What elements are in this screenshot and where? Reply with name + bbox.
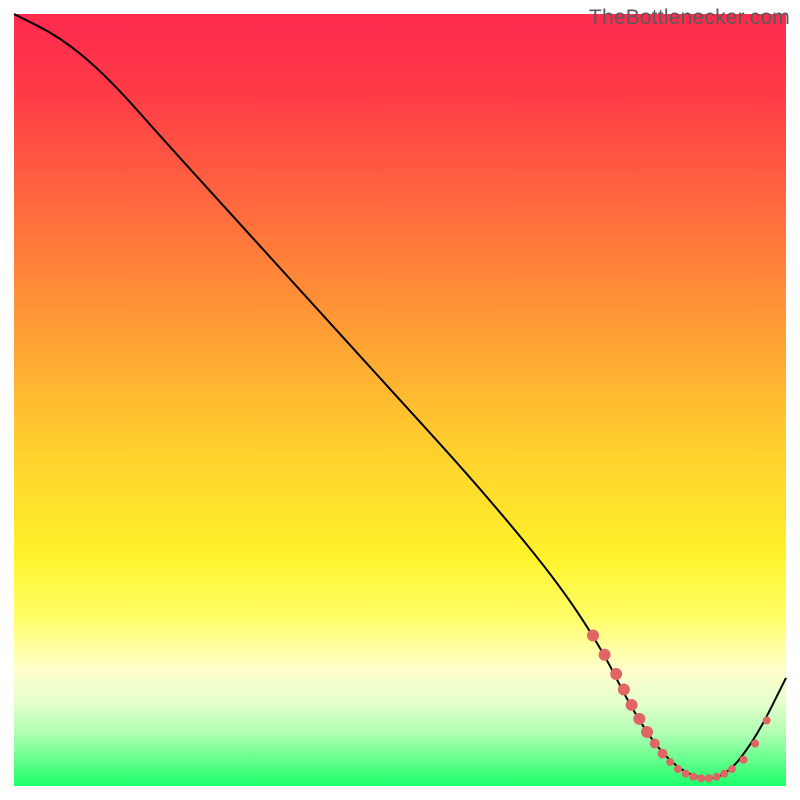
highlight-marker — [666, 758, 674, 766]
highlight-marker — [657, 749, 667, 759]
highlight-marker — [763, 716, 771, 724]
highlight-marker — [599, 649, 611, 661]
highlight-marker — [720, 770, 728, 778]
highlight-marker — [751, 740, 759, 748]
highlight-marker — [650, 739, 660, 749]
highlight-marker — [705, 774, 713, 782]
chart-root: TheBottlenecker.com — [0, 0, 800, 800]
highlight-marker — [689, 773, 697, 781]
highlight-marker-group — [587, 629, 771, 782]
highlight-marker — [626, 699, 638, 711]
highlight-marker — [740, 756, 748, 764]
highlight-marker — [618, 684, 630, 696]
chart-overlay — [0, 0, 800, 800]
highlight-marker — [713, 773, 721, 781]
highlight-marker — [674, 765, 682, 773]
highlight-marker — [728, 765, 736, 773]
highlight-marker — [682, 770, 690, 778]
highlight-marker — [633, 713, 645, 725]
highlight-marker — [641, 726, 653, 738]
highlight-marker — [610, 668, 622, 680]
highlight-marker — [587, 629, 599, 641]
highlight-marker — [697, 774, 705, 782]
bottleneck-curve-line — [14, 14, 786, 778]
